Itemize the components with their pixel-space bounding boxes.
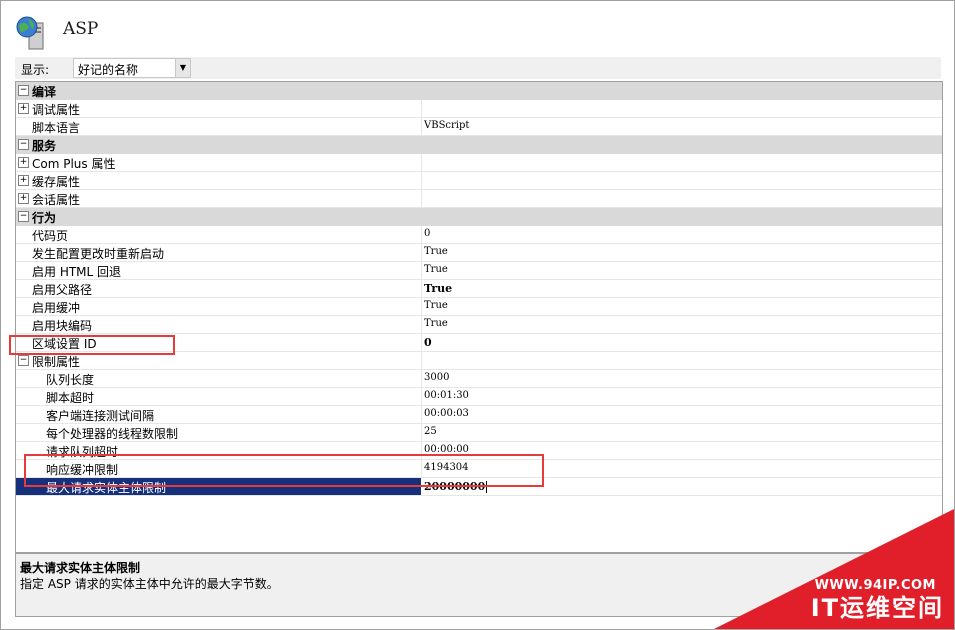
category-services[interactable]: − 服务 <box>16 136 942 154</box>
property-name: 调试属性 <box>32 103 81 117</box>
property-row-cache[interactable]: + 缓存属性 <box>16 172 942 190</box>
collapse-icon[interactable]: − <box>18 139 29 150</box>
watermark: WWW.94IP.COM IT运维空间 <box>694 489 954 629</box>
property-value[interactable]: True <box>424 264 448 275</box>
property-name: 队列长度 <box>46 373 95 387</box>
property-row-queue-length[interactable]: 队列长度 3000 <box>16 370 942 388</box>
property-name: 限制属性 <box>32 355 81 369</box>
property-name: Com Plus 属性 <box>32 157 116 171</box>
display-mode-dropdown[interactable]: 好记的名称 ▼ <box>73 58 191 78</box>
page-title: ASP <box>63 19 99 39</box>
property-name: 发生配置更改时重新启动 <box>32 247 165 261</box>
property-row-client-test-interval[interactable]: 客户端连接测试间隔 00:00:03 <box>16 406 942 424</box>
property-value[interactable]: True <box>424 300 448 311</box>
property-value[interactable]: 0 <box>424 336 432 349</box>
expand-icon[interactable]: + <box>18 157 29 168</box>
highlight-box-limits <box>9 335 175 355</box>
category-behavior[interactable]: − 行为 <box>16 208 942 226</box>
property-name: 客户端连接测试间隔 <box>46 409 155 423</box>
property-value[interactable]: 00:00:03 <box>424 408 469 419</box>
collapse-icon[interactable]: − <box>18 355 29 366</box>
property-value[interactable]: True <box>424 246 448 257</box>
property-value[interactable]: 3000 <box>424 372 449 383</box>
property-row-session[interactable]: + 会话属性 <box>16 190 942 208</box>
highlight-box-max-entity <box>24 454 544 487</box>
property-row-buffering[interactable]: 启用缓冲 True <box>16 298 942 316</box>
property-row-code-page[interactable]: 代码页 0 <box>16 226 942 244</box>
property-name: 缓存属性 <box>32 175 81 189</box>
chevron-down-icon[interactable]: ▼ <box>175 59 190 77</box>
property-row-restart-on-change[interactable]: 发生配置更改时重新启动 True <box>16 244 942 262</box>
property-row-script-language[interactable]: 脚本语言 VBScript <box>16 118 942 136</box>
property-value[interactable]: 0 <box>424 228 430 239</box>
property-name: 启用 HTML 回退 <box>32 265 122 279</box>
property-row-com-plus[interactable]: + Com Plus 属性 <box>16 154 942 172</box>
display-mode-value: 好记的名称 <box>78 63 139 77</box>
property-name: 每个处理器的线程数限制 <box>46 427 179 441</box>
description-title: 最大请求实体主体限制 <box>20 561 141 575</box>
display-toolbar: 显示: 好记的名称 ▼ <box>15 57 941 79</box>
category-label: 行为 <box>32 211 57 225</box>
property-name: 启用块编码 <box>32 319 93 333</box>
category-label: 编译 <box>32 85 57 99</box>
show-label: 显示: <box>21 63 50 77</box>
property-row-script-timeout[interactable]: 脚本超时 00:01:30 <box>16 388 942 406</box>
expand-icon[interactable]: + <box>18 193 29 204</box>
category-label: 服务 <box>32 139 57 153</box>
property-row-debug[interactable]: + 调试属性 <box>16 100 942 118</box>
property-value[interactable]: VBScript <box>424 120 469 131</box>
property-row-threads-per-processor[interactable]: 每个处理器的线程数限制 25 <box>16 424 942 442</box>
property-name: 启用父路径 <box>32 283 93 297</box>
property-value[interactable]: 00:01:30 <box>424 390 469 401</box>
collapse-icon[interactable]: − <box>18 211 29 222</box>
property-value[interactable]: True <box>424 318 448 329</box>
category-compile[interactable]: − 编译 <box>16 82 942 100</box>
page-header: ASP <box>11 11 311 53</box>
property-row-parent-paths[interactable]: 启用父路径 True <box>16 280 942 298</box>
expand-icon[interactable]: + <box>18 103 29 114</box>
property-row-chunked-encoding[interactable]: 启用块编码 True <box>16 316 942 334</box>
expand-icon[interactable]: + <box>18 175 29 186</box>
description-text: 指定 ASP 请求的实体主体中允许的最大字节数。 <box>20 577 279 591</box>
property-value[interactable]: 25 <box>424 426 437 437</box>
globe-server-icon <box>16 16 44 50</box>
property-name: 启用缓冲 <box>32 301 81 315</box>
property-name: 脚本语言 <box>32 121 81 135</box>
property-name: 脚本超时 <box>46 391 95 405</box>
iis-asp-feature-page: ASP 显示: 好记的名称 ▼ − 编译 + 调试属性 脚本语言 VBScrip… <box>0 0 955 630</box>
property-row-html-fallback[interactable]: 启用 HTML 回退 True <box>16 262 942 280</box>
property-name: 代码页 <box>32 229 69 243</box>
watermark-brand: IT运维空间 <box>810 594 944 622</box>
property-name: 会话属性 <box>32 193 81 207</box>
collapse-icon[interactable]: − <box>18 85 29 96</box>
property-value[interactable]: True <box>424 282 452 295</box>
